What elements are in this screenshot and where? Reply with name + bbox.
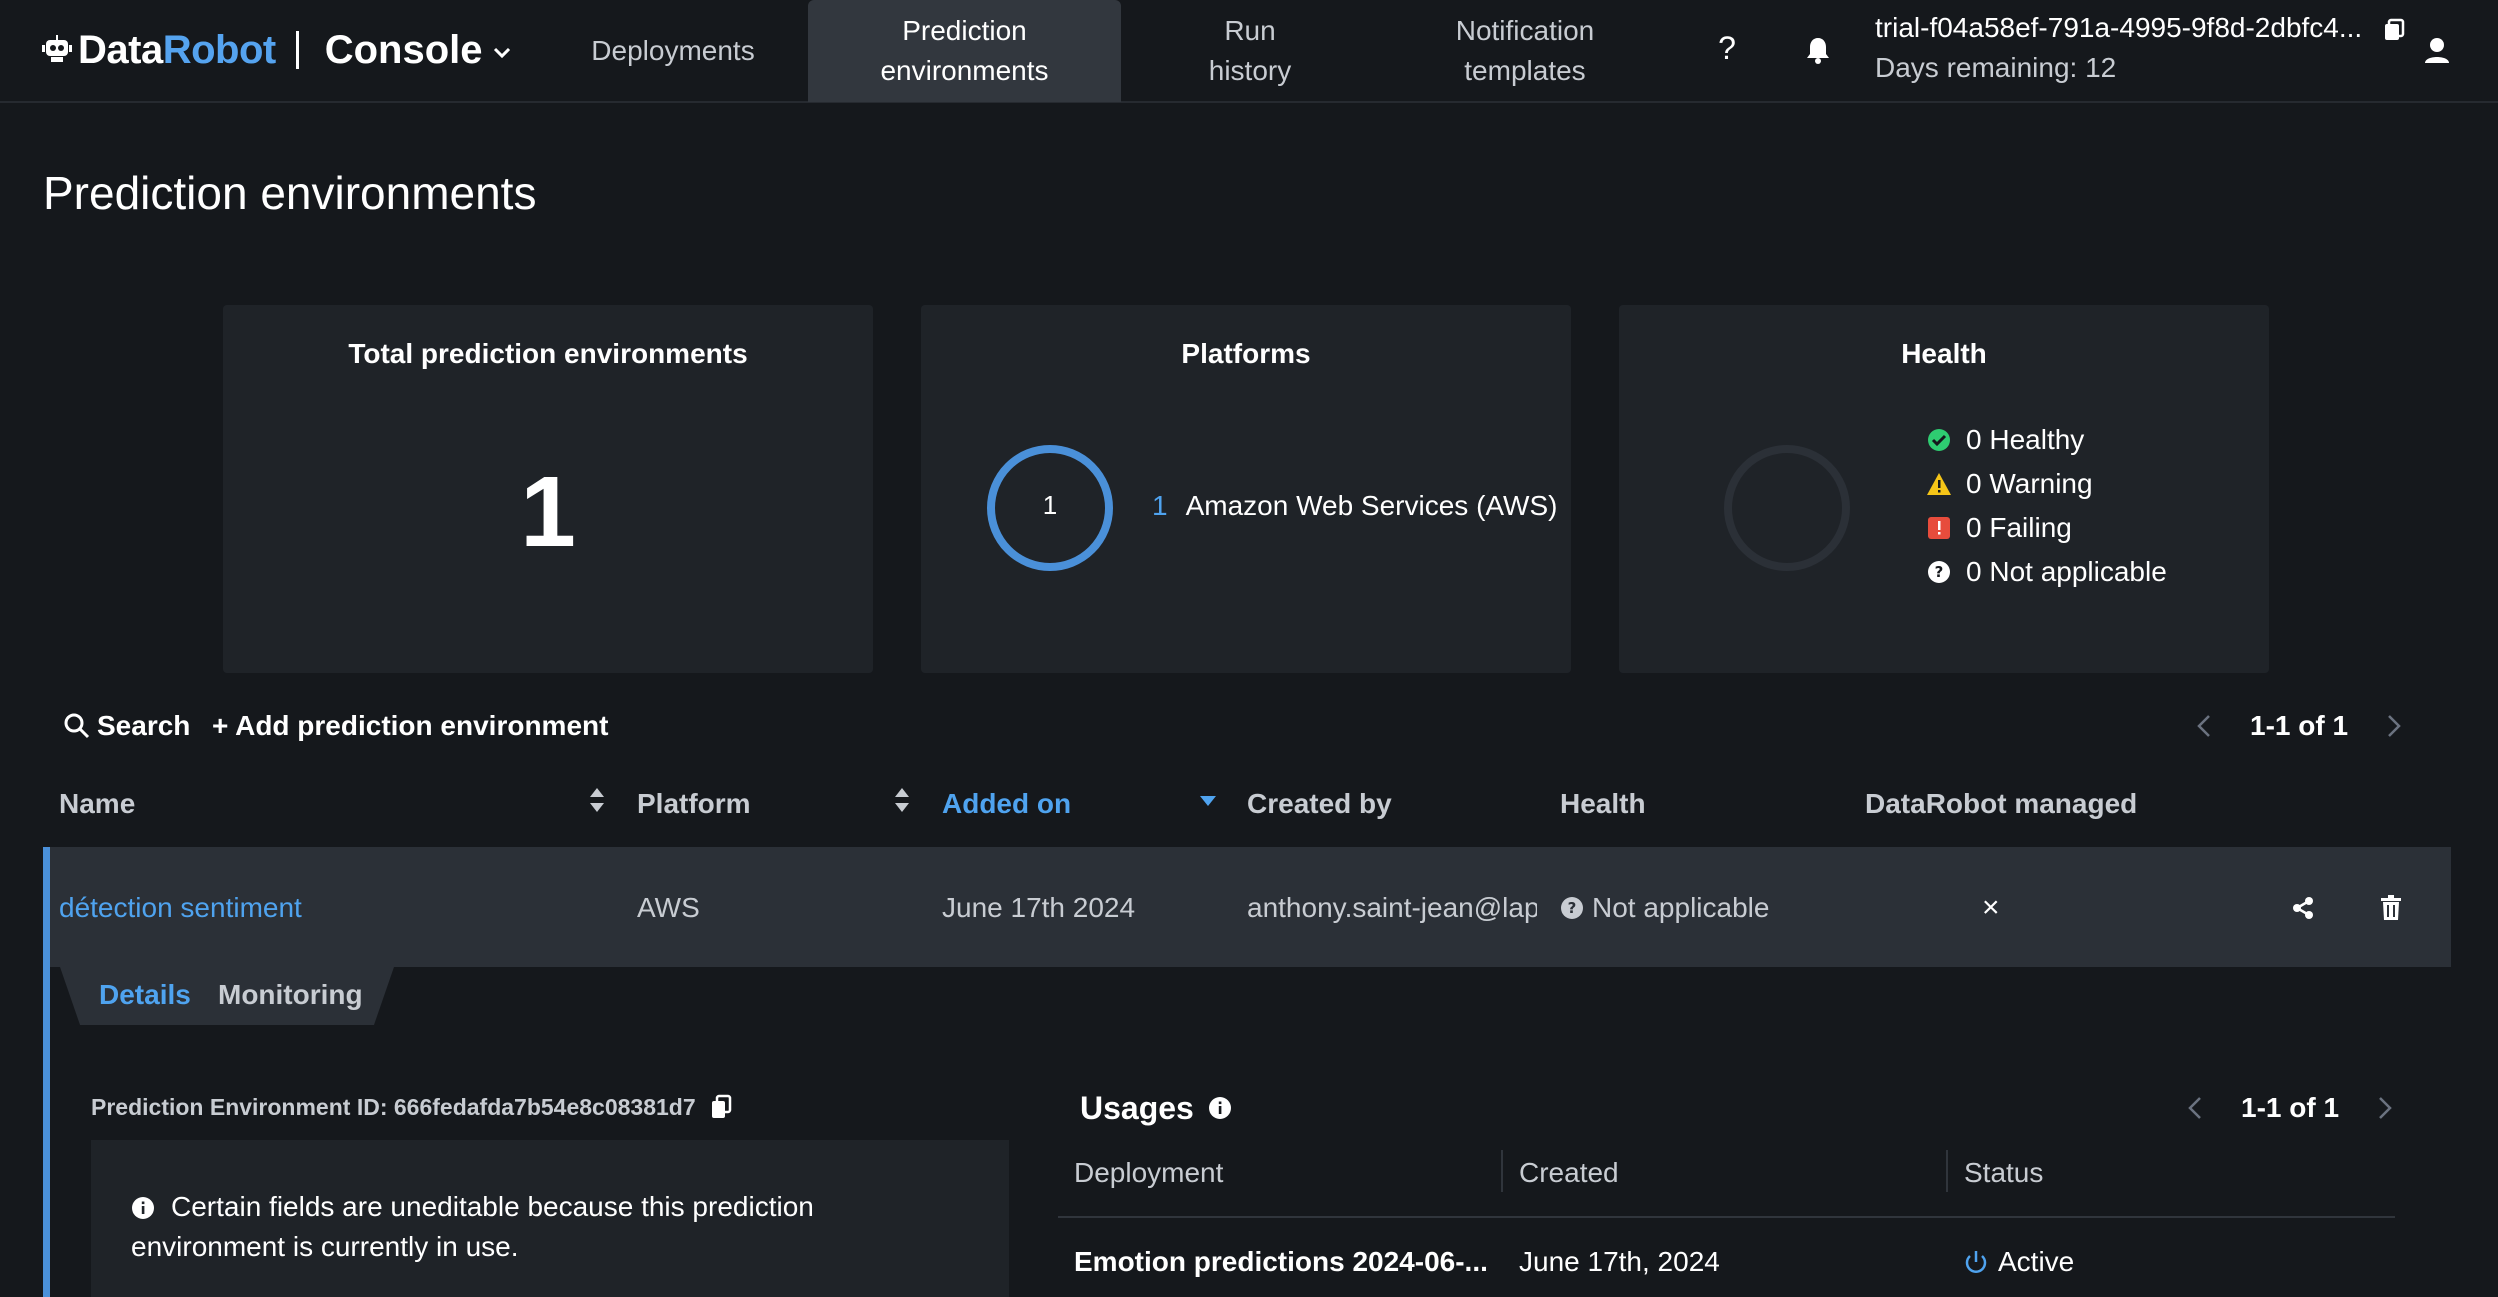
- copy-icon[interactable]: [710, 1094, 732, 1120]
- chevron-down-icon[interactable]: [491, 41, 513, 63]
- environment-added-on: June 17th 2024: [942, 892, 1136, 923]
- usages-header-divider: [1058, 1216, 2395, 1218]
- environment-name-link[interactable]: détection sentiment: [59, 888, 302, 928]
- column-header-name[interactable]: Name: [59, 784, 135, 824]
- user-avatar-icon[interactable]: [2415, 28, 2459, 72]
- nav-run-history[interactable]: Run history: [1150, 0, 1350, 102]
- brand[interactable]: DataRobot Console: [42, 22, 513, 78]
- health-title: Health: [1901, 338, 1987, 369]
- table-pager: 1-1 of 1: [2184, 706, 2414, 746]
- next-page-icon[interactable]: [2365, 1088, 2405, 1128]
- datarobot-managed-value: ×: [1982, 891, 2000, 924]
- usage-created: June 17th, 2024: [1519, 1246, 1720, 1277]
- platform-legend-item: 1 Amazon Web Services (AWS): [1152, 490, 1557, 522]
- info-icon[interactable]: [1208, 1096, 1232, 1120]
- trial-id: trial-f04a58ef-791a-4995-9f8d-2dbfc4...: [1875, 12, 2363, 43]
- failing-icon: [1926, 515, 1952, 541]
- column-header-health[interactable]: Health: [1560, 784, 1646, 824]
- health-healthy: 0 Healthy: [1926, 424, 2084, 456]
- share-icon[interactable]: [2283, 888, 2323, 928]
- svg-text:?: ?: [1935, 563, 1944, 581]
- copy-icon[interactable]: [2376, 12, 2412, 48]
- page-title: Prediction environments: [43, 167, 537, 219]
- warning-icon: [1926, 471, 1952, 497]
- usages-pager-label: 1-1 of 1: [2241, 1092, 2340, 1123]
- brand-separator: [295, 31, 299, 69]
- usages-header-created[interactable]: Created: [1519, 1153, 1619, 1193]
- platforms-title: Platforms: [1181, 338, 1311, 369]
- tab-monitoring[interactable]: Monitoring: [218, 975, 363, 1015]
- health-failing: 0 Failing: [1926, 512, 2072, 544]
- search-icon: [64, 713, 90, 739]
- days-remaining: Days remaining: 12: [1875, 52, 2117, 83]
- health-warning: 0 Warning: [1926, 468, 2093, 500]
- info-notice-text: Certain fields are uneditable because th…: [131, 1191, 814, 1262]
- column-divider: [1501, 1150, 1503, 1192]
- svg-text:?: ?: [1568, 899, 1577, 917]
- environment-health: ? Not applicable: [1560, 888, 1769, 928]
- health-donut-chart: [1724, 445, 1850, 571]
- environment-created-by: anthony.saint-jean@lap: [1247, 892, 1537, 923]
- column-header-created-by[interactable]: Created by: [1247, 784, 1392, 824]
- tab-details[interactable]: Details: [99, 975, 191, 1015]
- nav-deployments[interactable]: Deployments: [560, 0, 786, 102]
- environment-platform: AWS: [637, 892, 700, 923]
- check-circle-icon: [1926, 427, 1952, 453]
- usages-header-status[interactable]: Status: [1964, 1153, 2043, 1193]
- platform-count: 1: [1152, 490, 1168, 521]
- health-not-applicable: ? 0 Not applicable: [1926, 556, 2167, 588]
- console-label: Console: [324, 27, 483, 72]
- column-header-added-on[interactable]: Added on: [942, 784, 1071, 824]
- account-info: trial-f04a58ef-791a-4995-9f8d-2dbfc4... …: [1875, 8, 2375, 88]
- previous-page-icon[interactable]: [2175, 1088, 2215, 1128]
- trash-icon[interactable]: [2371, 888, 2411, 928]
- usage-deployment-link[interactable]: Emotion predictions 2024-06-...: [1074, 1242, 1488, 1282]
- power-icon: [1965, 1251, 1987, 1273]
- column-divider: [1946, 1150, 1948, 1192]
- previous-page-icon[interactable]: [2184, 706, 2224, 746]
- search-button[interactable]: Search: [63, 706, 190, 746]
- usage-status: Active: [1964, 1242, 2074, 1282]
- total-environments-value: 1: [520, 456, 576, 568]
- row-selection-indicator: [43, 847, 50, 1297]
- next-page-icon[interactable]: [2374, 706, 2414, 746]
- sort-descending-icon[interactable]: [1198, 784, 1218, 816]
- sort-icon[interactable]: [587, 784, 607, 816]
- platform-label: Amazon Web Services (AWS): [1185, 490, 1558, 521]
- column-header-platform[interactable]: Platform: [637, 784, 751, 824]
- column-header-datarobot-managed[interactable]: DataRobot managed: [1865, 784, 2137, 824]
- brand-name: DataRobot: [78, 27, 276, 72]
- total-environments-title: Total prediction environments: [348, 338, 748, 369]
- help-icon[interactable]: ?: [1705, 26, 1749, 70]
- question-circle-icon: ?: [1561, 897, 1583, 919]
- usages-pager: 1-1 of 1: [2175, 1088, 2405, 1128]
- datarobot-logo-icon: [42, 35, 72, 62]
- question-circle-icon: ?: [1926, 559, 1952, 585]
- prediction-environment-id: Prediction Environment ID: 666fedafda7b5…: [91, 1090, 732, 1124]
- usages-title: Usages: [1080, 1088, 1232, 1128]
- pager-label: 1-1 of 1: [2250, 710, 2349, 741]
- bell-icon[interactable]: [1796, 28, 1840, 72]
- platforms-donut-value: 1: [1042, 490, 1058, 520]
- sort-icon[interactable]: [892, 784, 912, 816]
- nav-notification-templates[interactable]: Notification templates: [1400, 0, 1650, 102]
- nav-prediction-environments[interactable]: Prediction environments: [808, 0, 1121, 102]
- usages-header-deployment[interactable]: Deployment: [1074, 1153, 1223, 1193]
- add-prediction-environment-button[interactable]: + Add prediction environment: [212, 706, 608, 746]
